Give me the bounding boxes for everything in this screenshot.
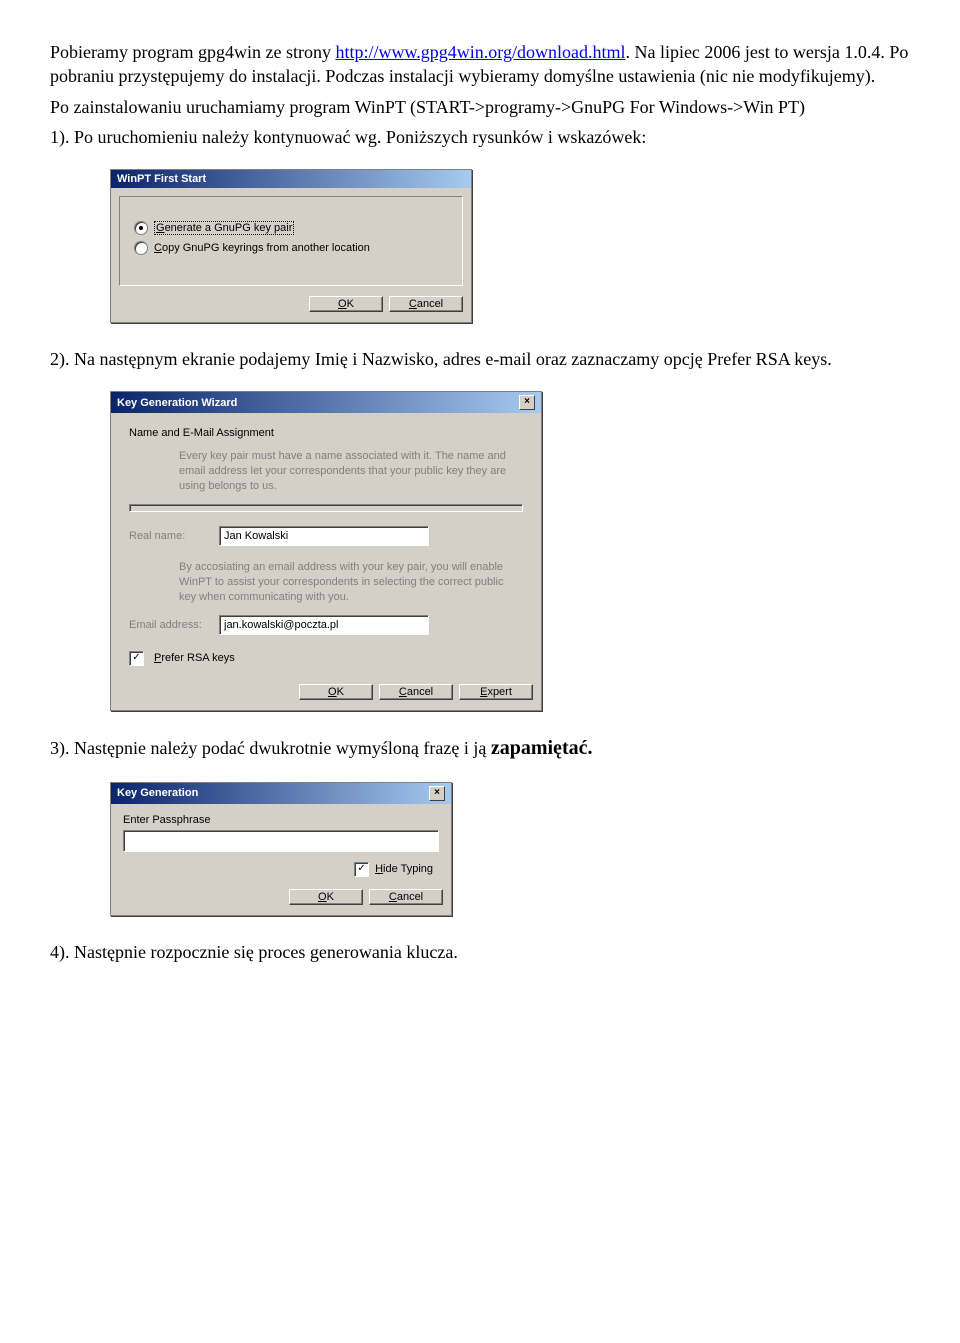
close-icon[interactable]: × <box>519 395 535 410</box>
button-row: OK Cancel <box>111 290 471 322</box>
close-icon[interactable]: × <box>429 786 445 801</box>
radio-label: Generate a GnuPG key pair <box>154 221 294 235</box>
text: Pobieramy program gpg4win ze strony <box>50 42 335 62</box>
titlebar: WinPT First Start <box>111 170 471 188</box>
realname-label: Real name: <box>129 530 209 542</box>
checkbox-icon: ✓ <box>129 651 144 666</box>
key-generation-dialog: Key Generation × Enter Passphrase ✓ Hide… <box>110 782 452 916</box>
ok-button[interactable]: OK <box>289 889 363 905</box>
prefer-rsa-row[interactable]: ✓ Prefer RSA keys <box>129 651 523 666</box>
dialog-title: WinPT First Start <box>117 173 206 185</box>
dialog-body: Generate a GnuPG key pair Copy GnuPG key… <box>119 196 463 286</box>
paragraph-step4: 4). Następnie rozpocznie się proces gene… <box>50 940 910 964</box>
button-row: OK Cancel Expert <box>111 678 541 710</box>
key-generation-wizard-dialog: Key Generation Wizard × Name and E-Mail … <box>110 391 542 710</box>
email-label: Email address: <box>129 619 209 631</box>
paragraph-step2: 2). Na następnym ekranie podajemy Imię i… <box>50 347 910 371</box>
paragraph-install: Po zainstalowaniu uruchamiamy program Wi… <box>50 95 910 119</box>
text: 3). Następnie należy podać dwukrotnie wy… <box>50 738 491 758</box>
realname-input[interactable]: Jan Kowalski <box>219 526 429 546</box>
passphrase-input[interactable] <box>123 830 439 852</box>
dialog-title: Key Generation Wizard <box>117 397 237 409</box>
email-input[interactable]: jan.kowalski@poczta.pl <box>219 615 429 635</box>
hide-typing-row[interactable]: ✓ Hide Typing <box>123 862 433 877</box>
section-heading: Name and E-Mail Assignment <box>129 427 523 439</box>
divider-sunken <box>129 504 523 512</box>
checkbox-icon: ✓ <box>354 862 369 877</box>
titlebar: Key Generation Wizard × <box>111 392 541 413</box>
winpt-first-start-dialog: WinPT First Start Generate a GnuPG key p… <box>110 169 472 323</box>
paragraph-step3: 3). Następnie należy podać dwukrotnie wy… <box>50 735 910 762</box>
radio-icon <box>134 241 148 255</box>
description-1: Every key pair must have a name associat… <box>179 449 523 494</box>
prefer-rsa-label: Prefer RSA keys <box>154 652 235 664</box>
radio-copy-keyrings[interactable]: Copy GnuPG keyrings from another locatio… <box>134 241 448 255</box>
email-row: Email address: jan.kowalski@poczta.pl <box>129 615 523 635</box>
dialog-body: Enter Passphrase ✓ Hide Typing <box>111 804 451 883</box>
titlebar: Key Generation × <box>111 783 451 804</box>
dialog-title: Key Generation <box>117 787 198 799</box>
cancel-button[interactable]: Cancel <box>379 684 453 700</box>
remember-bold: zapamiętać. <box>491 737 593 759</box>
radio-generate-key[interactable]: Generate a GnuPG key pair <box>134 221 448 235</box>
realname-row: Real name: Jan Kowalski <box>129 526 523 546</box>
paragraph-intro: Pobieramy program gpg4win ze strony http… <box>50 40 910 89</box>
radio-label: Copy GnuPG keyrings from another locatio… <box>154 242 370 254</box>
cancel-button[interactable]: Cancel <box>389 296 463 312</box>
dialog-body: Name and E-Mail Assignment Every key pai… <box>111 413 541 677</box>
hide-typing-label: Hide Typing <box>375 863 433 875</box>
paragraph-step1: 1). Po uruchomieniu należy kontynuować w… <box>50 125 910 149</box>
description-2: By accosiating an email address with you… <box>179 560 523 605</box>
ok-button[interactable]: OK <box>299 684 373 700</box>
expert-button[interactable]: Expert <box>459 684 533 700</box>
passphrase-label: Enter Passphrase <box>123 814 439 826</box>
radio-icon <box>134 221 148 235</box>
download-link[interactable]: http://www.gpg4win.org/download.html <box>335 42 625 62</box>
button-row: OK Cancel <box>111 883 451 915</box>
ok-button[interactable]: OK <box>309 296 383 312</box>
cancel-button[interactable]: Cancel <box>369 889 443 905</box>
